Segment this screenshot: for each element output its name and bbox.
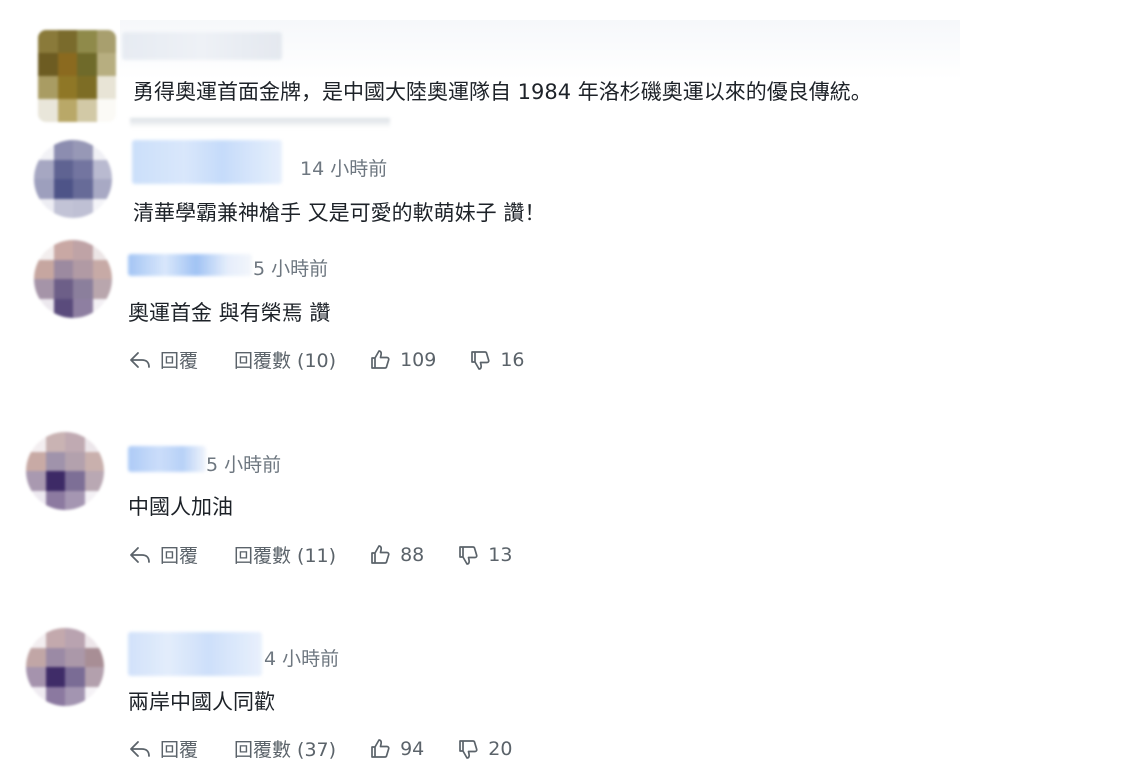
like-count: 94: [400, 737, 425, 760]
username[interactable]: [128, 632, 262, 676]
thumbs-up-icon: [371, 544, 390, 564]
comment-actions: 回覆 回覆數 (11) 88 13: [128, 541, 512, 568]
reply-button[interactable]: 回覆: [128, 735, 198, 762]
dislike-button[interactable]: 16: [468, 348, 525, 372]
reply-button[interactable]: 回覆: [128, 346, 198, 373]
reply-label: 回覆: [160, 739, 199, 761]
avatar: [26, 628, 104, 706]
like-count: 109: [400, 348, 437, 371]
thumbs-down-icon: [459, 545, 478, 565]
comment-actions: 回覆 回覆數 (10) 109 16: [128, 346, 525, 373]
replies-count-button[interactable]: 回覆數 (10): [234, 346, 336, 373]
avatar: [38, 30, 116, 122]
username[interactable]: [132, 140, 282, 184]
replies-label: 回覆數 (10): [234, 350, 337, 372]
username[interactable]: [128, 254, 252, 276]
comment-text: 清華學霸兼神槍手 又是可愛的軟萌妹子 讚！: [133, 201, 546, 225]
dislike-count: 16: [500, 348, 525, 371]
like-count: 88: [400, 543, 425, 566]
dislike-button[interactable]: 13: [456, 543, 512, 567]
dislike-count: 20: [488, 737, 513, 760]
replies-label: 回覆數 (11): [234, 545, 337, 567]
replies-label: 回覆數 (37): [234, 739, 337, 761]
comment-actions: 回覆 回覆數 (37) 94 20: [128, 735, 512, 762]
comment-text: 中國人加油: [128, 495, 233, 519]
avatar: [26, 432, 104, 510]
reply-button[interactable]: 回覆: [128, 541, 198, 568]
comment-time: 5 小時前: [253, 258, 329, 280]
comment-time: 5 小時前: [206, 454, 282, 476]
reply-arrow-icon: [130, 351, 150, 368]
like-button[interactable]: 88: [368, 543, 424, 567]
comment-time: 14 小時前: [300, 158, 388, 180]
comment-text: 勇得奧運首面金牌，是中國大陸奧運隊自 1984 年洛杉磯奧運以來的優良傳統。: [133, 80, 872, 104]
thumbs-down-icon: [471, 350, 490, 370]
replies-count-button[interactable]: 回覆數 (11): [234, 541, 336, 568]
thumbs-up-icon: [371, 349, 390, 369]
reply-label: 回覆: [160, 350, 199, 372]
like-button[interactable]: 94: [368, 737, 424, 761]
like-button[interactable]: 109: [368, 348, 436, 372]
avatar: [34, 240, 112, 318]
faded-actions: [130, 118, 390, 128]
thumbs-down-icon: [459, 739, 478, 759]
thumbs-up-icon: [371, 738, 390, 758]
comment-text: 兩岸中國人同歡: [128, 690, 275, 714]
reply-arrow-icon: [130, 546, 150, 563]
username[interactable]: [128, 446, 206, 472]
replies-count-button[interactable]: 回覆數 (37): [234, 735, 336, 762]
dislike-count: 13: [488, 543, 513, 566]
reply-label: 回覆: [160, 545, 199, 567]
reply-arrow-icon: [130, 740, 150, 757]
dislike-button[interactable]: 20: [456, 737, 512, 761]
comment-text: 奧運首金 與有榮焉 讚: [128, 301, 331, 325]
comment-time: 4 小時前: [264, 648, 340, 670]
avatar: [34, 140, 112, 218]
username[interactable]: [122, 32, 282, 60]
